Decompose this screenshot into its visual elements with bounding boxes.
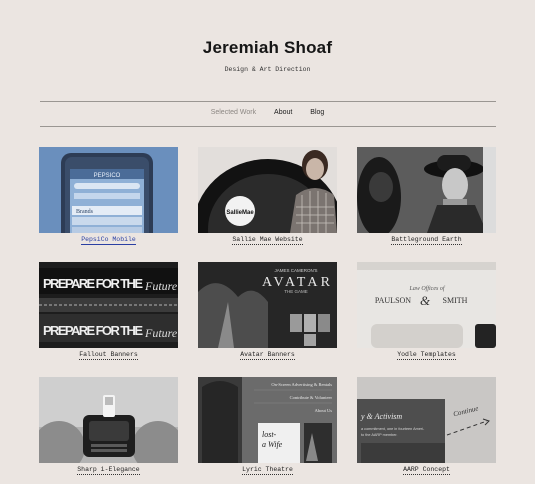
caption-sallie-mae[interactable]: Sallie Mae Website (198, 236, 337, 245)
thumb-sharp-i-elegance[interactable] (39, 377, 178, 463)
avatar-subtitle-text: THE GAME (284, 289, 308, 294)
fallout-line2: PREPARE FOR THE (43, 323, 143, 338)
caption-avatar-banners[interactable]: Avatar Banners (198, 351, 337, 360)
caption-pepsico-mobile[interactable]: PepsiCo Mobile (39, 236, 178, 245)
yodle-amp: & (420, 293, 431, 308)
yodle-small-text: Law Offices of (408, 285, 445, 292)
nav-item-about[interactable]: About (274, 109, 292, 116)
caption-lyric-theatre[interactable]: Lyric Theatre (198, 466, 337, 475)
nav-item-selected-work[interactable]: Selected Work (211, 109, 256, 116)
thumb-fallout-banners[interactable]: PREPARE FOR THE Future PREPARE FOR THE F… (39, 262, 178, 348)
thumb-sallie-mae[interactable]: SallieMae (198, 147, 337, 233)
lyric-menu-1: On-Screen Advertising & Rentals (271, 382, 332, 387)
caption-fallout-banners[interactable]: Fallout Banners (39, 351, 178, 360)
sallie-mae-logo-text: SallieMae (226, 210, 254, 216)
caption-battleground-earth[interactable]: Battleground Earth (357, 236, 496, 245)
lyric-poster-line2: a Wife (262, 440, 283, 449)
lyric-poster-line1: lost- (262, 430, 277, 439)
fallout-line1-script: Future (144, 279, 178, 293)
thumb-lyric-theatre[interactable]: On-Screen Advertising & Rentals Contribu… (198, 377, 337, 463)
yodle-name-right: SMITH (443, 296, 468, 305)
nav-item-blog[interactable]: Blog (310, 109, 324, 116)
fallout-line2-script: Future (144, 326, 178, 340)
caption-yodle-templates[interactable]: Yodle Templates (357, 351, 496, 360)
caption-sharp-i-elegance[interactable]: Sharp i-Elegance (39, 466, 178, 475)
thumb-pepsico-mobile[interactable]: PEPSICO Brands (39, 147, 178, 233)
pepsico-section-text: Brands (76, 209, 94, 215)
thumb-avatar-banners[interactable]: JAMES CAMERON'S AVATAR THE GAME (198, 262, 337, 348)
avatar-small-text: JAMES CAMERON'S (274, 268, 317, 273)
site-tagline: Design & Art Direction (224, 66, 311, 73)
site-header: Jeremiah Shoaf Design & Art Direction (0, 38, 535, 73)
fallout-line1: PREPARE FOR THE (43, 276, 143, 291)
caption-aarp-concept[interactable]: AARP Concept (357, 466, 496, 475)
pepsico-brand-text: PEPSICO (94, 173, 121, 179)
thumb-battleground-earth[interactable] (357, 147, 496, 233)
thumb-aarp-concept[interactable]: y & Activism a commitment, one in fourte… (357, 377, 496, 463)
aarp-body-1: a commitment, one in fourteen Ameri- (361, 427, 425, 431)
aarp-body-2: to the AARP member. (361, 433, 397, 437)
site-title[interactable]: Jeremiah Shoaf (0, 38, 535, 58)
lyric-menu-3: About Us (315, 408, 333, 413)
aarp-headline: y & Activism (360, 412, 402, 421)
main-nav: Selected Work About Blog (0, 109, 535, 116)
yodle-name-left: PAULSON (375, 296, 411, 305)
thumb-yodle-templates[interactable]: Law Offices of PAULSON & SMITH (357, 262, 496, 348)
divider-top (40, 101, 496, 102)
lyric-menu-2: Contribute & Volunteer (290, 395, 333, 400)
divider-bottom (40, 126, 496, 127)
